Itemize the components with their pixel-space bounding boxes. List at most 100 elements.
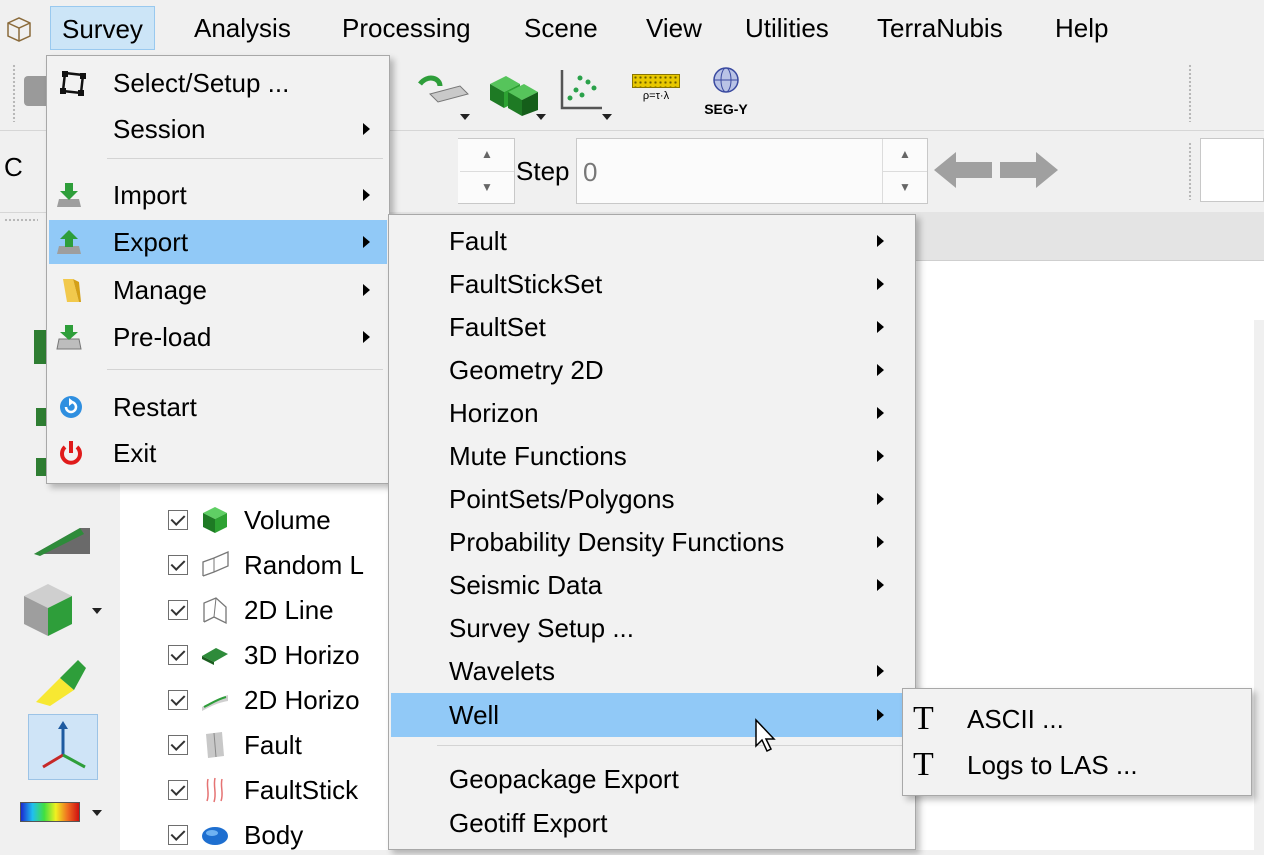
tree-item-fault[interactable]: Fault — [168, 725, 302, 765]
partial-tool-icon[interactable] — [36, 408, 46, 426]
step-down-icon[interactable]: ▼ — [883, 172, 927, 204]
submenu-arrow-icon — [363, 284, 370, 296]
rock-physics-label: ρ=τ·λ — [642, 90, 670, 102]
menu-item-ascii[interactable]: T ASCII ... — [905, 697, 1249, 741]
tree-item-random-line[interactable]: Random L — [168, 545, 364, 585]
submenu-arrow-icon — [877, 709, 884, 721]
spin-up-icon[interactable]: ▲ — [460, 139, 514, 172]
menu-item-exit[interactable]: Exit — [49, 431, 387, 475]
dropdown-arrow-icon[interactable] — [460, 114, 470, 120]
folder-icon — [63, 279, 81, 302]
menu-item-label: Mute Functions — [449, 441, 627, 471]
submenu-arrow-icon — [363, 331, 370, 343]
crossplot-icon[interactable] — [558, 68, 604, 114]
menu-item-restart[interactable]: Restart — [49, 385, 387, 429]
tree-checkbox[interactable] — [168, 600, 188, 620]
tree-item-label: 2D Line — [244, 594, 334, 625]
menu-item-faultstickset[interactable]: FaultStickSet — [391, 262, 913, 306]
text-T-icon: T — [913, 746, 934, 783]
menu-scene[interactable]: Scene — [513, 6, 609, 50]
preload-icon — [56, 325, 82, 350]
menu-item-wavelets[interactable]: Wavelets — [391, 649, 913, 693]
menu-item-logs-to-las[interactable]: T Logs to LAS ... — [905, 743, 1249, 787]
tree-item-body[interactable]: Body — [168, 815, 303, 855]
menu-terranubis[interactable]: TerraNubis — [866, 6, 1014, 50]
segy-icon[interactable]: SEG-Y — [696, 66, 756, 122]
tree-item-volume[interactable]: Volume — [168, 500, 331, 540]
menu-item-label: Geometry 2D — [449, 355, 604, 385]
tree-item-2d-horizon[interactable]: 2D Horizo — [168, 680, 360, 720]
volume-blocks-icon[interactable] — [486, 68, 544, 116]
partial-tool-icon[interactable] — [36, 458, 46, 476]
menu-item-preload[interactable]: Pre-load — [49, 315, 387, 359]
menu-item-mute-functions[interactable]: Mute Functions — [391, 434, 913, 478]
partial-tool-icon[interactable] — [34, 330, 46, 364]
menu-item-label: Seismic Data — [449, 570, 603, 600]
menu-item-export[interactable]: Export — [49, 220, 387, 264]
tree-checkbox[interactable] — [168, 555, 188, 575]
menu-item-session[interactable]: Session — [49, 107, 387, 151]
menu-item-import[interactable]: Import — [49, 173, 387, 217]
export-submenu: Fault FaultStickSet FaultSet Geometry 2D… — [388, 214, 916, 850]
segy-globe-icon — [713, 67, 739, 93]
menu-item-pointsets-polygons[interactable]: PointSets/Polygons — [391, 477, 913, 521]
add-volume-cube-icon[interactable] — [20, 580, 78, 640]
toolbar-grip[interactable] — [12, 64, 16, 122]
toolbar-grip[interactable] — [1188, 142, 1192, 200]
menu-item-pdf[interactable]: Probability Density Functions — [391, 520, 913, 564]
panel-grip[interactable] — [4, 218, 38, 222]
menu-utilities[interactable]: Utilities — [734, 6, 840, 50]
menu-item-faultset[interactable]: FaultSet — [391, 305, 913, 349]
dropdown-arrow-icon[interactable] — [602, 114, 612, 120]
submenu-arrow-icon — [877, 235, 884, 247]
menu-item-label: FaultStickSet — [449, 269, 603, 299]
tree-item-2d-line[interactable]: 2D Line — [168, 590, 334, 630]
segy-label: SEG-Y — [704, 101, 748, 117]
rock-physics-icon[interactable]: ρ=τ·λ — [632, 74, 680, 110]
tree-item-3d-horizon[interactable]: 3D Horizo — [168, 635, 360, 675]
arrow-right-icon[interactable] — [998, 150, 1060, 190]
menu-survey[interactable]: Survey — [50, 6, 155, 50]
dropdown-arrow-icon[interactable] — [536, 114, 546, 120]
dropdown-arrow-icon[interactable] — [92, 810, 102, 816]
tree-checkbox[interactable] — [168, 825, 188, 845]
submenu-arrow-icon — [877, 407, 884, 419]
flashlight-icon[interactable] — [30, 650, 90, 706]
menu-processing[interactable]: Processing — [331, 6, 482, 50]
menu-item-well[interactable]: Well — [391, 693, 913, 737]
menu-item-seismic-data[interactable]: Seismic Data — [391, 563, 913, 607]
step-spinbox[interactable]: 0 ▲ ▼ — [576, 138, 928, 204]
menu-item-horizon[interactable]: Horizon — [391, 391, 913, 435]
tree-checkbox[interactable] — [168, 780, 188, 800]
menu-help[interactable]: Help — [1044, 6, 1119, 50]
menu-item-manage[interactable]: Manage — [49, 268, 387, 312]
inline-plane-icon[interactable] — [30, 520, 94, 560]
axes-tool-button[interactable] — [28, 714, 98, 780]
colortable-icon[interactable] — [20, 802, 80, 822]
tree-item-faultstickset[interactable]: FaultStick — [168, 770, 358, 810]
horizon-tool-icon[interactable] — [416, 72, 472, 112]
step-value: 0 — [583, 157, 598, 187]
toolbar-grip[interactable] — [1188, 64, 1192, 122]
tree-checkbox[interactable] — [168, 510, 188, 530]
submenu-arrow-icon — [877, 364, 884, 376]
menu-item-label: Wavelets — [449, 656, 555, 686]
tree-item-label: Random L — [244, 549, 364, 580]
tree-checkbox[interactable] — [168, 690, 188, 710]
menu-item-geopackage-export[interactable]: Geopackage Export — [391, 757, 913, 801]
dropdown-arrow-icon[interactable] — [92, 608, 102, 614]
menu-item-select-setup[interactable]: Select/Setup ... — [49, 61, 387, 105]
menu-view[interactable]: View — [635, 6, 713, 50]
step-up-icon[interactable]: ▲ — [883, 139, 927, 172]
menu-analysis[interactable]: Analysis — [183, 6, 302, 50]
tree-checkbox[interactable] — [168, 645, 188, 665]
tree-checkbox[interactable] — [168, 735, 188, 755]
slice-spinbox[interactable]: ▲ ▼ — [458, 138, 515, 204]
menu-item-geotiff-export[interactable]: Geotiff Export — [391, 801, 913, 845]
menu-item-fault[interactable]: Fault — [391, 219, 913, 263]
menu-item-geometry-2d[interactable]: Geometry 2D — [391, 348, 913, 392]
arrow-left-icon[interactable] — [932, 150, 994, 190]
menu-item-survey-setup[interactable]: Survey Setup ... — [391, 606, 913, 650]
spin-down-icon[interactable]: ▼ — [460, 172, 514, 204]
toolbar-field[interactable] — [1200, 138, 1264, 202]
